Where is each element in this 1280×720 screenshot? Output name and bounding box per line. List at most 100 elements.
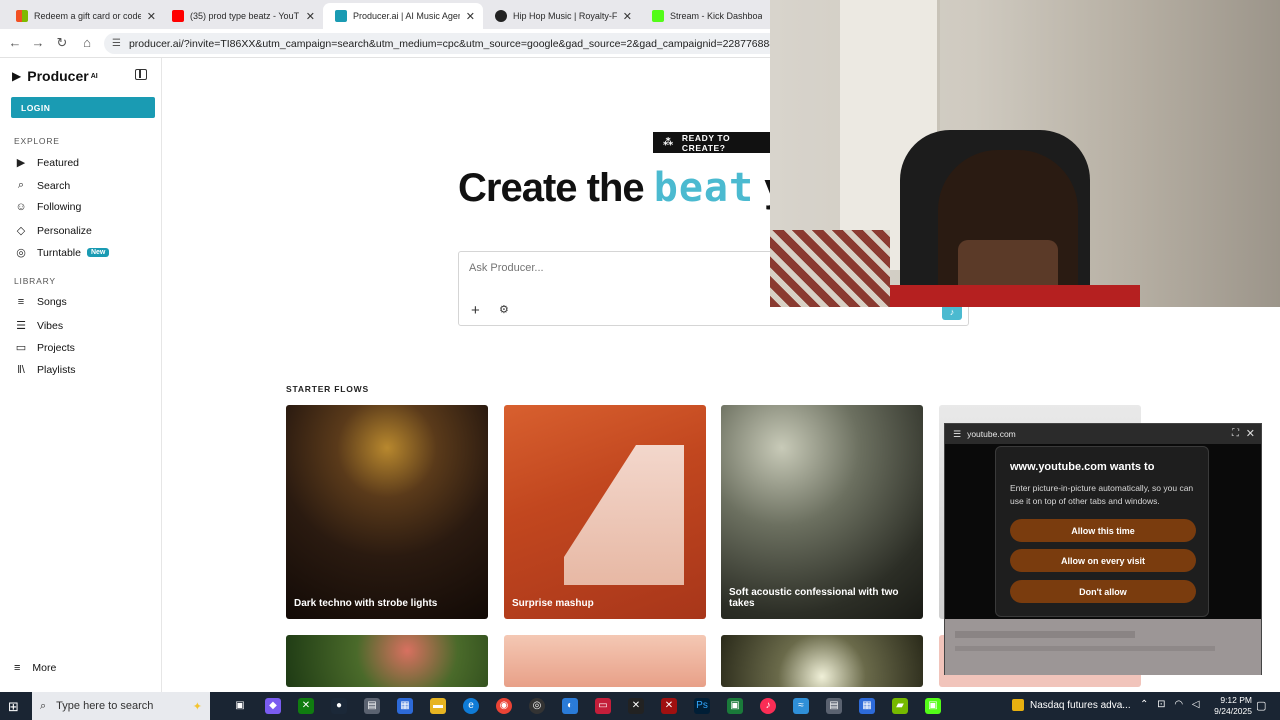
app-icon[interactable]: ▣ <box>727 698 743 714</box>
tab-title: Hip Hop Music | Royalty-Free D <box>513 11 617 21</box>
hero-prefix: Create the <box>458 166 645 210</box>
tab-hiphop[interactable]: Hip Hop Music | Royalty-Free D ✕ <box>483 3 640 29</box>
site-info-icon[interactable]: ☰ <box>112 38 121 49</box>
kick-icon[interactable]: ▣ <box>925 698 941 714</box>
close-icon[interactable]: ✕ <box>1246 427 1255 440</box>
address-bar[interactable]: ☰ producer.ai/?invite=TI86XX&utm_campaig… <box>104 33 804 54</box>
collapse-sidebar-icon[interactable] <box>135 69 147 80</box>
starter-card[interactable] <box>721 635 923 687</box>
sidebar-item-following[interactable]: ☺ Following <box>14 201 81 213</box>
tab-producer[interactable]: Producer.ai | AI Music Agent ✕ <box>323 3 483 29</box>
file-explorer-icon[interactable]: ▬ <box>430 698 446 714</box>
task-view-icon[interactable]: ▣ <box>232 698 248 714</box>
store-icon[interactable]: ▦ <box>397 698 413 714</box>
xbox-icon[interactable]: ✕ <box>298 698 314 714</box>
close-icon[interactable]: ✕ <box>147 10 156 23</box>
pip-title: youtube.com <box>967 429 1016 439</box>
tab-title: (35) prod type beatz - YouT <box>190 11 300 21</box>
starter-card[interactable]: Dark techno with strobe lights <box>286 405 488 619</box>
playlists-icon: ‖\ <box>17 364 25 376</box>
tab-kick[interactable]: Stream - Kick Dashboard <box>640 3 770 29</box>
app-icon[interactable]: ▦ <box>859 698 875 714</box>
starter-card[interactable]: Soft acoustic confessional with two take… <box>721 405 923 619</box>
clock[interactable]: 9:12 PM 9/24/2025 <box>1198 695 1252 717</box>
songs-icon: ≡ <box>17 296 25 308</box>
windows-start-icon[interactable]: ⊞ <box>8 699 19 715</box>
news-widget[interactable]: Nasdaq futures adva... <box>1012 699 1131 711</box>
search-icon: ⌕ <box>17 179 25 191</box>
network-icon[interactable]: ⊡ <box>1157 699 1165 710</box>
steam-icon[interactable]: ● <box>331 698 347 714</box>
back-icon[interactable]: ← <box>6 35 24 50</box>
obs-icon[interactable]: ◎ <box>529 698 545 714</box>
blurred-text <box>955 646 1215 651</box>
webcam-person <box>890 285 1140 307</box>
allow-this-time-button[interactable]: Allow this time <box>1010 519 1196 542</box>
music-icon[interactable]: ♪ <box>760 698 776 714</box>
taskbar-search[interactable]: ⌕ Type here to search ✦ <box>32 692 210 720</box>
search-highlight-icon: ✦ <box>192 700 202 713</box>
more-label: More <box>32 662 57 674</box>
sidebar-item-songs[interactable]: ≡ Songs <box>14 296 67 308</box>
tab-title: Stream - Kick Dashboard <box>670 11 762 21</box>
capcut-icon[interactable]: ✕ <box>628 698 644 714</box>
dont-allow-button[interactable]: Don't allow <box>1010 580 1196 603</box>
home-icon[interactable]: ⌂ <box>78 35 96 50</box>
diamond-icon: ◇ <box>16 225 26 237</box>
turntable-icon: ◎ <box>16 247 26 259</box>
sidebar-item-label: Following <box>37 201 82 213</box>
site-settings-icon[interactable]: ☰ <box>953 429 961 440</box>
chrome-icon[interactable]: ◉ <box>496 698 512 714</box>
settings-sliders-icon[interactable]: ⚙ <box>499 303 509 316</box>
app-icon[interactable]: ≈ <box>793 698 809 714</box>
ask-producer-input[interactable] <box>469 262 769 274</box>
login-button[interactable]: LOGIN <box>11 97 155 118</box>
sidebar-item-vibes[interactable]: ☰ Vibes <box>14 319 63 333</box>
wifi-icon[interactable]: ◠ <box>1174 699 1183 710</box>
add-icon[interactable]: + <box>471 302 480 319</box>
app-icon[interactable]: ▭ <box>595 698 611 714</box>
producer-logo-icon: ▶ <box>12 69 22 83</box>
starter-card[interactable]: Surprise mashup <box>504 405 706 619</box>
edge-icon[interactable]: e <box>463 698 479 714</box>
card-label: Soft acoustic confessional with two take… <box>729 587 899 609</box>
webcam-overlay <box>770 0 1280 307</box>
photoshop-icon[interactable]: Ps <box>694 698 710 714</box>
notifications-icon[interactable]: ▢ <box>1256 699 1266 712</box>
tab-youtube[interactable]: (35) prod type beatz - YouT ✕ <box>160 3 323 29</box>
forward-icon[interactable]: → <box>29 35 47 50</box>
expand-icon[interactable]: ⛶ <box>1232 428 1239 439</box>
dialog-description: Enter picture-in-picture automatically, … <box>1010 483 1194 506</box>
tab-redeem[interactable]: Redeem a gift card or code to y ✕ <box>4 3 164 29</box>
close-icon[interactable]: ✕ <box>466 10 475 23</box>
copilot-icon[interactable]: ◆ <box>265 698 281 714</box>
starter-card[interactable] <box>504 635 706 687</box>
folder-icon: ▭ <box>15 342 27 354</box>
sidebar-item-playlists[interactable]: ‖\ Playlists <box>14 364 76 376</box>
webcam-background <box>770 230 890 307</box>
chevron-up-icon[interactable]: ⌃ <box>1140 699 1148 710</box>
hero-highlight: beat <box>653 165 755 211</box>
brand-logo[interactable]: ▶ Producer AI <box>12 68 98 84</box>
system-tray[interactable]: ⌃ ⊡ ◠ ◁ <box>1140 699 1200 710</box>
close-icon[interactable]: ✕ <box>623 10 632 23</box>
nvidia-icon[interactable]: ▰ <box>892 698 908 714</box>
kick-icon <box>652 10 664 22</box>
sidebar-item-label: Playlists <box>37 364 76 376</box>
allow-every-visit-button[interactable]: Allow on every visit <box>1010 549 1196 572</box>
app-icon[interactable]: ◐ <box>562 698 578 714</box>
reload-icon[interactable]: ↻ <box>53 35 71 51</box>
sidebar-item-search[interactable]: ⌕ Search <box>14 179 70 192</box>
sidebar-item-featured[interactable]: ▶ Featured <box>14 156 79 170</box>
sidebar-item-turntable[interactable]: ◎ Turntable New <box>14 246 110 259</box>
more-menu[interactable]: ≡ More <box>14 662 56 674</box>
app-icon[interactable]: ✕ <box>661 698 677 714</box>
sidebar-item-label: Projects <box>37 341 75 354</box>
starter-card[interactable] <box>286 635 488 687</box>
app-icon[interactable]: ▤ <box>826 698 842 714</box>
tab-title: Redeem a gift card or code to y <box>34 11 141 21</box>
sidebar-item-personalize[interactable]: ◇ Personalize <box>14 224 92 238</box>
close-icon[interactable]: ✕ <box>306 10 315 23</box>
sidebar-item-projects[interactable]: ▭ Projects <box>14 341 75 355</box>
app-icon[interactable]: ▤ <box>364 698 380 714</box>
